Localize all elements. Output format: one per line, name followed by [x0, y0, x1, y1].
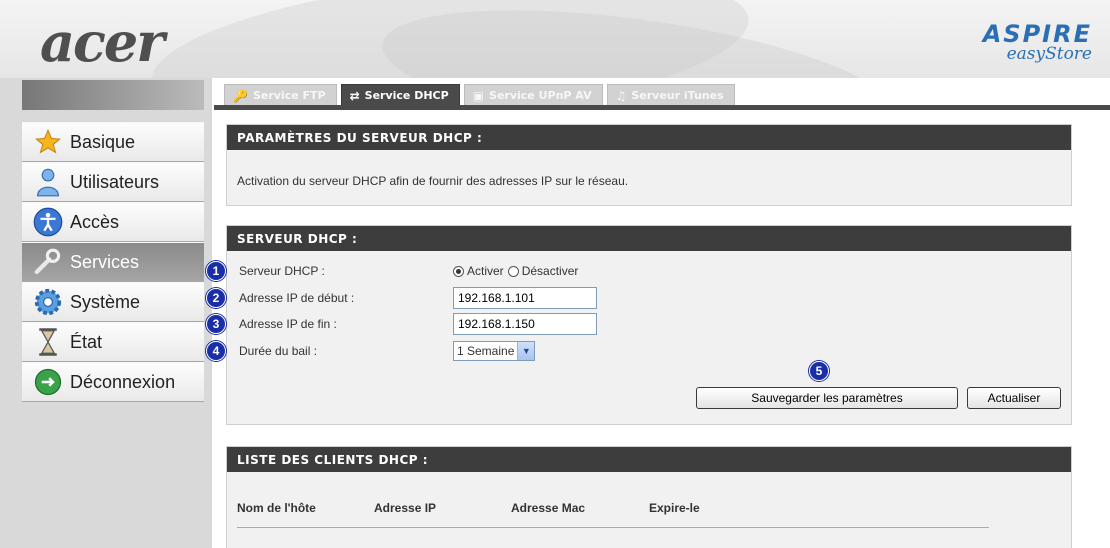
sidebar-menu: Basique Utilisateurs Accès Services Syst…	[22, 122, 204, 402]
star-icon	[32, 126, 64, 158]
sidebar-top-bar	[22, 80, 204, 110]
user-icon	[32, 166, 64, 198]
tab-service-dhcp[interactable]: ⇄ Service DHCP	[340, 84, 460, 106]
gear-icon	[32, 286, 64, 318]
sidebar-item-label: Basique	[70, 131, 136, 152]
sidebar-item-label: Accès	[70, 211, 120, 232]
step-badge: 5	[809, 361, 829, 381]
sidebar-item-label: Déconnexion	[70, 371, 176, 392]
service-tabs: 🔑 Service FTP ⇄ Service DHCP ▣ Service U…	[224, 84, 739, 106]
table-divider	[237, 527, 989, 528]
radio-activer-label: Activer	[467, 264, 504, 278]
sidebar-item-utilisateurs[interactable]: Utilisateurs	[22, 162, 204, 202]
step-badge: 3	[206, 314, 226, 334]
step-badge: 1	[206, 261, 226, 281]
logout-icon	[32, 366, 64, 398]
music-icon: ♫	[615, 88, 627, 103]
tab-service-upnp-av[interactable]: ▣ Service UPnP AV	[463, 84, 603, 106]
key-icon: 🔑	[233, 88, 248, 103]
start-ip-input[interactable]: 192.168.1.101	[453, 287, 597, 309]
sidebar-item-label: État	[70, 331, 103, 352]
sidebar-item-acces[interactable]: Accès	[22, 202, 204, 242]
hourglass-icon	[32, 326, 64, 358]
field-label: Adresse IP de fin :	[239, 317, 337, 331]
panel-title: LISTE DES CLIENTS DHCP :	[227, 447, 1071, 472]
panel-title: SERVEUR DHCP :	[227, 226, 1071, 251]
tab-label: Service UPnP AV	[489, 89, 592, 102]
column-header-mac: Adresse Mac	[511, 501, 586, 515]
step-badge: 2	[206, 288, 226, 308]
column-header-expires: Expire-le	[649, 501, 700, 515]
sidebar-item-label: Services	[70, 251, 140, 272]
sidebar-item-etat[interactable]: État	[22, 322, 204, 362]
network-icon: ⇄	[349, 88, 360, 103]
aspire-easystore-logo: ASPIRE easyStore	[983, 20, 1092, 64]
sidebar-item-deconnexion[interactable]: Déconnexion	[22, 362, 204, 402]
end-ip-input[interactable]: 192.168.1.150	[453, 313, 597, 335]
field-label: Serveur DHCP :	[239, 264, 325, 278]
dhcp-settings-info-panel: PARAMÈTRES DU SERVEUR DHCP : Activation …	[226, 124, 1072, 206]
radio-desactiver[interactable]	[507, 265, 519, 277]
panel-title: PARAMÈTRES DU SERVEUR DHCP :	[227, 125, 1071, 150]
tab-service-ftp[interactable]: 🔑 Service FTP	[224, 84, 337, 106]
sidebar-item-basique[interactable]: Basique	[22, 122, 204, 162]
save-settings-button[interactable]: Sauvegarder les paramètres	[696, 387, 958, 409]
field-label: Durée du bail :	[239, 344, 318, 358]
tab-label: Serveur iTunes	[631, 89, 724, 102]
refresh-button[interactable]: Actualiser	[967, 387, 1061, 409]
sidebar-item-label: Utilisateurs	[70, 171, 160, 192]
tab-underline	[214, 105, 1110, 110]
chevron-down-icon[interactable]: ▼	[517, 342, 535, 360]
dhcp-toggle-group: Activer Désactiver	[453, 264, 578, 278]
dhcp-server-panel: SERVEUR DHCP : 1 Serveur DHCP : Activer …	[206, 225, 1072, 425]
media-icon: ▣	[472, 88, 485, 103]
column-header-ip: Adresse IP	[374, 501, 437, 515]
tab-serveur-itunes[interactable]: ♫ Serveur iTunes	[606, 84, 735, 106]
sidebar-item-services[interactable]: Services	[22, 242, 204, 282]
lease-time-select[interactable]: 1 Semaine ▼	[453, 341, 536, 361]
acer-logo: acer	[40, 10, 165, 74]
lease-time-value: 1 Semaine	[457, 344, 515, 358]
radio-activer[interactable]	[453, 265, 464, 277]
accessibility-icon	[32, 206, 64, 238]
wrench-icon	[32, 246, 64, 278]
header-banner: acer ASPIRE easyStore	[0, 0, 1110, 78]
sidebar-item-label: Système	[70, 291, 141, 312]
step-badge: 4	[206, 341, 226, 361]
tab-label: Service FTP	[252, 89, 326, 102]
radio-desactiver-label: Désactiver	[521, 264, 579, 278]
dhcp-clients-panel: LISTE DES CLIENTS DHCP : Nom de l'hôte A…	[226, 446, 1072, 548]
sidebar-item-systeme[interactable]: Système	[22, 282, 204, 322]
tab-label: Service DHCP	[364, 89, 449, 102]
field-label: Adresse IP de début :	[239, 291, 355, 305]
column-header-hostname: Nom de l'hôte	[237, 501, 316, 515]
panel-description: Activation du serveur DHCP afin de fourn…	[237, 174, 629, 188]
